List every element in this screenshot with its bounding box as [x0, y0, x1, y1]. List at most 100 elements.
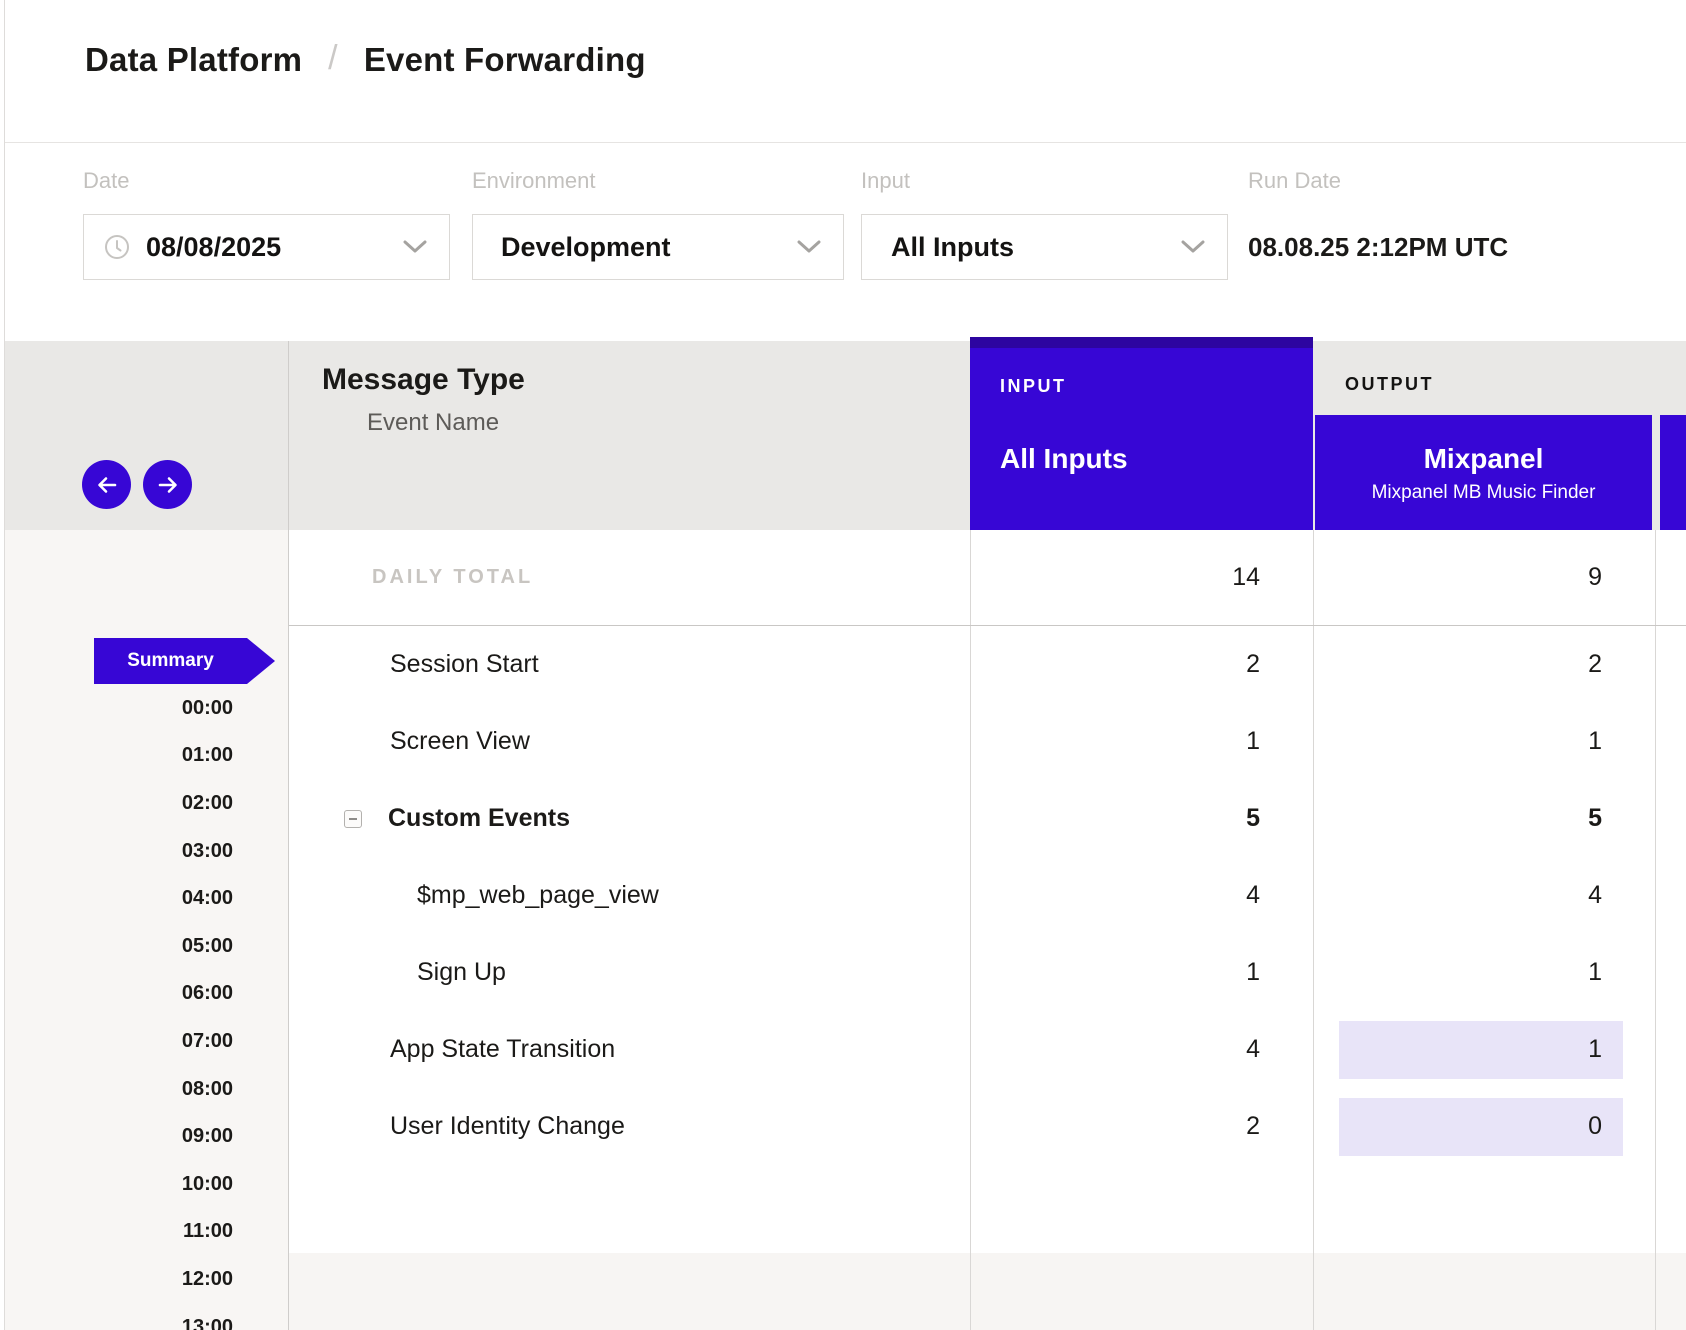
table-row-sign-up: Sign Up 1 1 [289, 934, 1686, 1011]
event-forwarding-page: Data Platform / Event Forwarding Date En… [0, 0, 1686, 1330]
hour-item-12[interactable]: 12:00 [5, 1256, 288, 1304]
input-count: 5 [1246, 804, 1313, 833]
output-count: 1 [1588, 1035, 1623, 1064]
extra-cell [1655, 1011, 1686, 1088]
input-count: 1 [1246, 958, 1313, 987]
breadcrumb-section[interactable]: Data Platform [85, 41, 302, 79]
extra-cell [1655, 703, 1686, 780]
hour-item-04[interactable]: 04:00 [5, 875, 288, 923]
input-column-selected-strip [970, 337, 1313, 348]
hour-item-10[interactable]: 10:00 [5, 1161, 288, 1209]
summary-badge-label: Summary [94, 638, 247, 684]
input-column-header[interactable]: INPUT All Inputs [970, 337, 1313, 530]
arrow-left-icon [95, 473, 119, 497]
page-title: Event Forwarding [364, 41, 646, 79]
daily-total-extra-cell [1655, 530, 1686, 625]
table-row-custom-events: Custom Events 5 5 [289, 780, 1686, 857]
environment-dropdown[interactable]: Development [472, 214, 844, 280]
input-count: 2 [1246, 650, 1313, 679]
hour-item-13[interactable]: 13:00 [5, 1303, 288, 1330]
daily-total-label: DAILY TOTAL [289, 530, 970, 625]
daily-total-output-value: 9 [1588, 563, 1655, 592]
daily-total-row: DAILY TOTAL 14 9 [289, 530, 1686, 626]
event-grid: DAILY TOTAL 14 9 Session Start 2 2 Scree… [289, 530, 1686, 1330]
output-column-title: Mixpanel [1315, 443, 1652, 475]
header-divider [5, 142, 1686, 143]
chevron-down-icon [797, 240, 821, 254]
output-count: 2 [1588, 650, 1655, 679]
message-type-title: Message Type [322, 363, 525, 397]
extra-cell [1655, 857, 1686, 934]
event-name: $mp_web_page_view [289, 857, 970, 934]
next-day-button[interactable] [143, 460, 192, 509]
environment-filter-label: Environment [472, 168, 596, 194]
breadcrumb: Data Platform / Event Forwarding [85, 40, 646, 79]
event-name: User Identity Change [289, 1088, 970, 1165]
extra-cell [1655, 934, 1686, 1011]
output-column-header-mixpanel[interactable]: Mixpanel Mixpanel MB Music Finder [1315, 415, 1652, 530]
highlighted-cell: 1 [1339, 1021, 1623, 1079]
run-date-value: 08.08.25 2:12PM UTC [1248, 214, 1508, 280]
output-count: 5 [1588, 804, 1655, 833]
output-column-subtitle: Mixpanel MB Music Finder [1315, 482, 1652, 504]
chevron-down-icon [403, 240, 427, 254]
event-name: Custom Events [388, 804, 570, 833]
extra-cell [1655, 780, 1686, 857]
clock-icon [104, 234, 130, 260]
minus-icon [349, 818, 357, 820]
input-group-label: INPUT [1000, 376, 1313, 397]
summary-badge[interactable]: Summary [94, 638, 247, 684]
hour-item-11[interactable]: 11:00 [5, 1208, 288, 1256]
run-date-label: Run Date [1248, 168, 1341, 194]
output-count: 0 [1588, 1112, 1623, 1141]
hour-item-08[interactable]: 08:00 [5, 1065, 288, 1113]
table-row-user-identity-change: User Identity Change 2 0 [289, 1088, 1686, 1165]
hour-item-09[interactable]: 09:00 [5, 1113, 288, 1161]
hour-item-05[interactable]: 05:00 [5, 923, 288, 971]
collapse-checkbox[interactable] [344, 810, 362, 828]
output-count: 1 [1588, 958, 1655, 987]
table-row-session-start: Session Start 2 2 [289, 626, 1686, 703]
input-count: 2 [1246, 1112, 1313, 1141]
input-count: 4 [1246, 1035, 1313, 1064]
event-name: App State Transition [289, 1011, 970, 1088]
grid-footer-area [289, 1253, 1686, 1330]
hour-sidebar: Summary 00:00 01:00 02:00 03:00 04:00 05… [5, 530, 288, 1330]
event-name: Sign Up [289, 934, 970, 1011]
hour-item-07[interactable]: 07:00 [5, 1018, 288, 1066]
event-name: Session Start [289, 626, 970, 703]
previous-day-button[interactable] [82, 460, 131, 509]
empty-rows-area [289, 1165, 1686, 1253]
day-hour-header: Day/Hour (UTC) [5, 341, 288, 530]
hour-item-06[interactable]: 06:00 [5, 970, 288, 1018]
chevron-down-icon [1181, 240, 1205, 254]
input-dropdown[interactable]: All Inputs [861, 214, 1228, 280]
output-count: 4 [1588, 881, 1655, 910]
input-count: 1 [1246, 727, 1313, 756]
breadcrumb-separator: / [328, 39, 338, 78]
daily-total-input-value: 14 [1232, 563, 1313, 592]
message-type-subtitle: Event Name [367, 409, 499, 437]
environment-value: Development [501, 232, 671, 263]
table-row-mp-web-page-view: $mp_web_page_view 4 4 [289, 857, 1686, 934]
arrow-right-icon [156, 473, 180, 497]
table-row-app-state-transition: App State Transition 4 1 [289, 1011, 1686, 1088]
hour-item-02[interactable]: 02:00 [5, 780, 288, 828]
highlighted-cell: 0 [1339, 1098, 1623, 1156]
date-dropdown[interactable]: 08/08/2025 [83, 214, 450, 280]
input-count: 4 [1246, 881, 1313, 910]
event-name: Screen View [289, 703, 970, 780]
extra-cell [1655, 1088, 1686, 1165]
input-filter-label: Input [861, 168, 910, 194]
extra-cell [1655, 626, 1686, 703]
table-row-screen-view: Screen View 1 1 [289, 703, 1686, 780]
hour-item-03[interactable]: 03:00 [5, 827, 288, 875]
input-value: All Inputs [891, 232, 1014, 263]
output-column-partial[interactable] [1660, 415, 1686, 530]
hour-item-00[interactable]: 00:00 [5, 685, 288, 733]
hour-item-01[interactable]: 01:00 [5, 732, 288, 780]
input-column-title: All Inputs [1000, 443, 1313, 475]
output-group-label: OUTPUT [1345, 374, 1434, 395]
date-value: 08/08/2025 [146, 232, 281, 263]
summary-badge-arrow [247, 638, 275, 684]
